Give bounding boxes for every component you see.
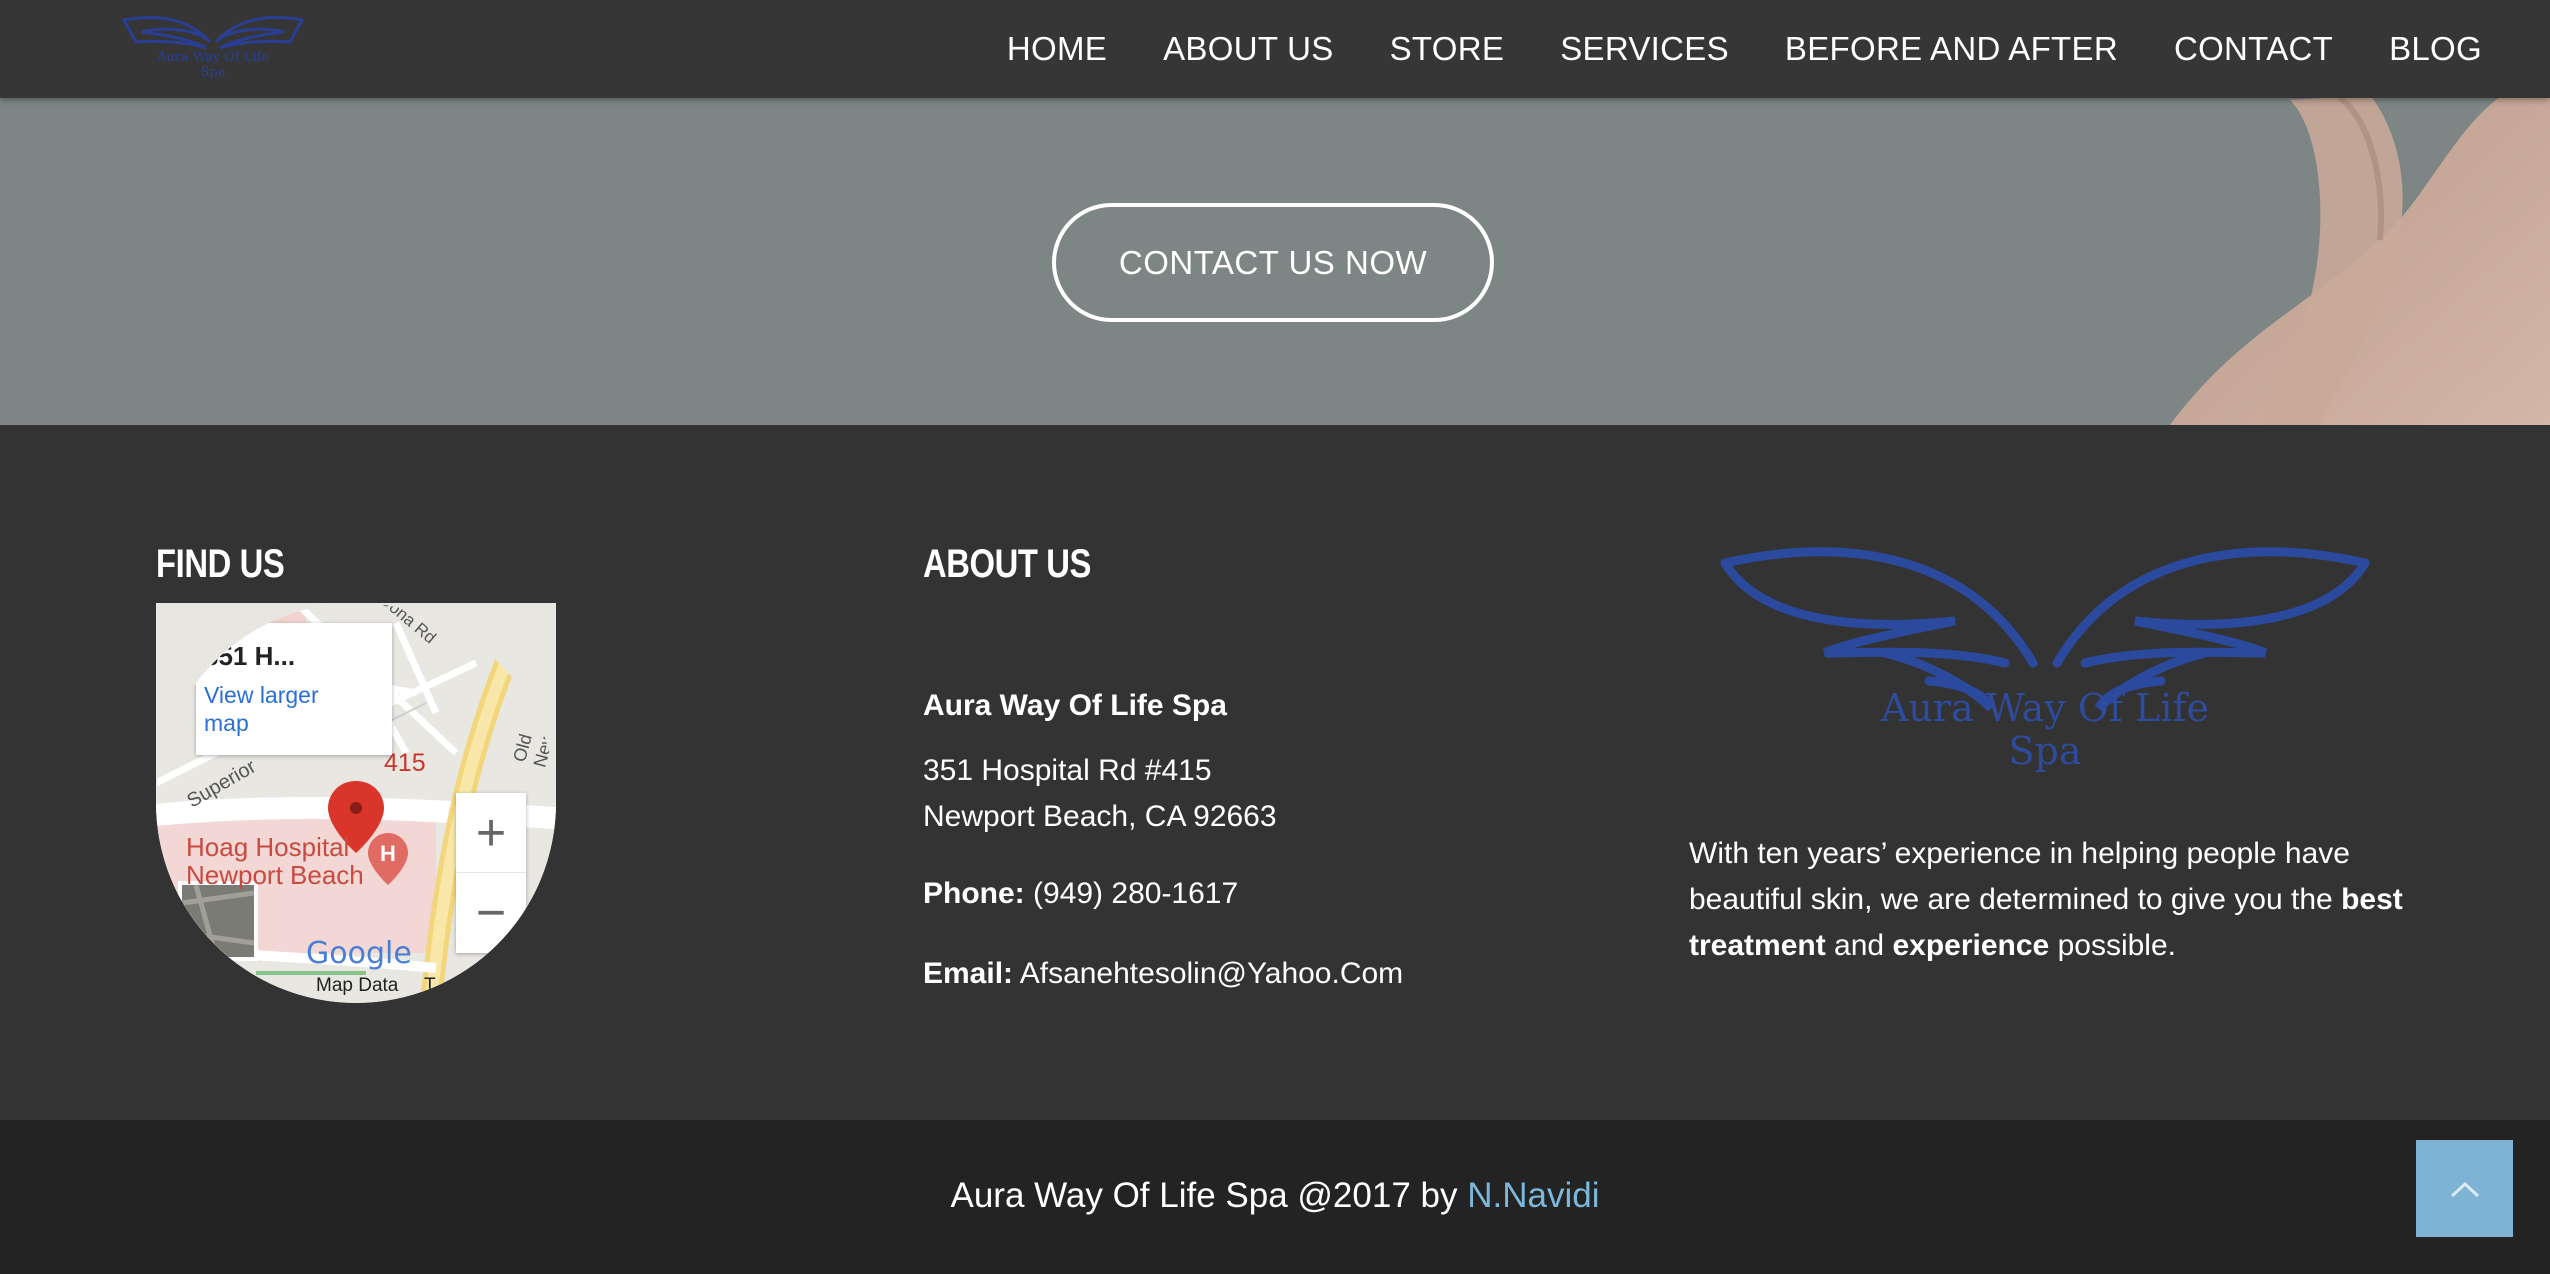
copyright-label: Aura Way Of Life Spa @2017 by [950,1176,1458,1215]
nav-store[interactable]: STORE [1362,30,1533,68]
phone-label: Phone: [923,877,1025,910]
copyright-text: Aura Way Of Life Spa @2017 by N.Navidi [0,1176,2550,1216]
svg-text:H: H [380,841,396,866]
tagline-text-3: possible. [2057,929,2176,962]
contact-us-now-button[interactable]: CONTACT US NOW [1052,203,1494,322]
phone-number[interactable]: (949) 280-1617 [1033,877,1238,910]
map-info-card: 351 H... View larger map [196,623,392,755]
about-us-heading: ABOUT US [923,542,1092,586]
logo-text-line1: Aura Way Of Life [1880,686,2209,730]
nav-blog[interactable]: BLOG [2361,30,2510,68]
about-tagline: With ten years’ experience in helping pe… [1689,831,2409,969]
top-navbar: Aura Way Of Life Spa HOME ABOUT US STORE… [0,0,2550,98]
map-data-attribution[interactable]: Map Data [316,975,398,997]
map-terms-link[interactable]: T [424,975,436,997]
address-line1: 351 Hospital Rd #415 [923,754,1212,787]
google-logo: Google [306,936,412,971]
zoom-in-button[interactable]: + [456,793,526,873]
back-to-top-button[interactable] [2416,1140,2513,1237]
zoom-out-button[interactable]: − [456,873,526,952]
brand-logo[interactable]: Aura Way Of Life Spa [118,8,308,80]
nav-home[interactable]: HOME [979,30,1135,68]
poi-line2: Newport Beach [186,860,364,890]
poi-line1: Hoag Hospital [186,832,350,862]
find-us-heading: FIND US [156,542,285,586]
nav-before-and-after[interactable]: BEFORE AND AFTER [1757,30,2146,68]
chevron-up-icon [2450,1181,2479,1197]
footer-widgets: FIND US H Dona Rd Superior Old New 415 H… [0,425,2550,1120]
map-card-title: 351 H... [204,641,296,671]
email-address[interactable]: Afsanehtesolin@Yahoo.Com [1020,957,1403,990]
brand-name-line2: Spa [200,65,226,80]
tagline-bold-2: experience [1892,929,2050,962]
brand-name-line1: Aura Way Of Life [156,50,270,65]
tagline-text-1: With ten years’ experience in helping pe… [1689,837,2350,916]
author-link[interactable]: N.Navidi [1467,1176,1599,1215]
address-line2: Newport Beach, CA 92663 [923,800,1277,833]
location-map[interactable]: H Dona Rd Superior Old New 415 Hoag Hosp… [156,603,556,1003]
main-nav: HOME ABOUT US STORE SERVICES BEFORE AND … [979,0,2510,98]
nav-about-us[interactable]: ABOUT US [1135,30,1362,68]
phone-info: Phone: (949) 280-1617 [923,871,1238,917]
map-poi-hospital[interactable]: Hoag Hospital Newport Beach [186,833,364,889]
view-larger-map-link[interactable]: View larger map [204,681,364,737]
email-label: Email: [923,957,1014,990]
nav-contact[interactable]: CONTACT [2146,30,2361,68]
tagline-text-2: and [1834,929,1885,962]
copyright-bar: Aura Way Of Life Spa @2017 by N.Navidi [0,1120,2550,1274]
email-info: Email: Afsanehtesolin@Yahoo.Com [923,951,1403,997]
map-viewport[interactable]: H Dona Rd Superior Old New 415 Hoag Hosp… [156,603,556,1003]
nav-services[interactable]: SERVICES [1532,30,1757,68]
business-name: Aura Way Of Life Spa [923,689,1227,722]
map-zoom-controls: + − [456,793,526,953]
logo-text-line2: Spa [2008,729,2082,773]
